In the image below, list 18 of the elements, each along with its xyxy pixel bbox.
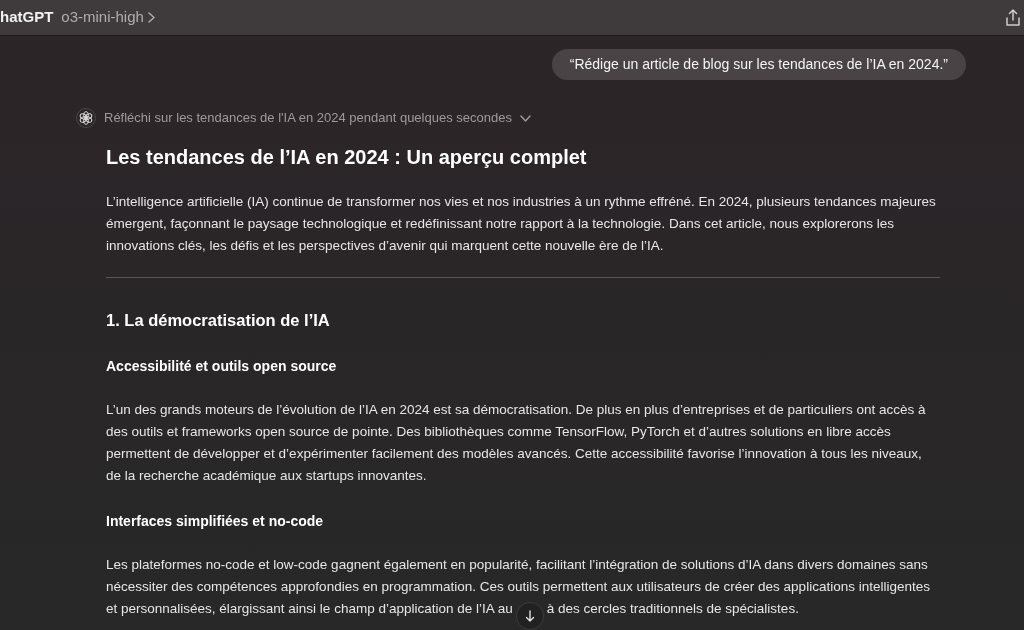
app-title: hatGPT	[0, 7, 54, 28]
scroll-down-button[interactable]	[515, 602, 544, 630]
model-selector[interactable]: o3-mini-high	[61, 6, 144, 29]
user-message-bubble: “Rédige un article de blog sur les tendances de l’IA en 2024.”	[551, 49, 966, 80]
share-icon[interactable]	[1006, 9, 1020, 26]
down-arrow-icon	[524, 610, 535, 622]
reasoning-toggle[interactable]: Réfléchi sur les tendances de l'IA en 2024 pendant quelques secondes	[104, 108, 512, 128]
article-title: Les tendances de l’IA en 2024 : Un aperçu complet	[106, 145, 588, 170]
subsection-heading: Interfaces simplifiées et no-code	[106, 512, 325, 531]
chevron-right-icon[interactable]	[147, 12, 155, 23]
paragraph: et personnalisées, élargissant ainsi le champ d’application de l’IA au	[106, 600, 513, 618]
paragraph: L’intelligence artificielle (IA) continue de transformer nos vies et nos industries à un rythme effréné. En 2024, plusieurs tendances majeures émergent, façonnant le paysage technologique et redéfinissant notre rapport à la technologie. Dans cet article, nous explorerons les innovations clés, les défis et les perspectives d’avenir qui marquent cette nouvelle ère de l’IA.	[106, 193, 937, 255]
paragraph: L’un des grands moteurs de l’évolution de l’IA en 2024 est sa démocratisation. De plus en plus d’entreprises et de particuliers ont accès à des outils et frameworks open source de pointe. Des bibliothèques comme TensorFlow, PyTorch et d’autres solutions en libre accès permettent de développer et d’expérimenter facilement des modèles avancés. Cette accessibilité favorise l’innovation à tous les niveaux, de la recherche académique aux startups innovantes.	[106, 401, 927, 485]
knot-logo-icon	[76, 108, 96, 128]
paragraph: à des cercles traditionnels de spécialistes.	[546, 600, 799, 618]
subsection-heading: Accessibilité et outils open source	[106, 357, 338, 376]
chevron-down-icon[interactable]	[519, 114, 531, 122]
section-heading: 1. La démocratisation de l’IA	[106, 310, 331, 331]
